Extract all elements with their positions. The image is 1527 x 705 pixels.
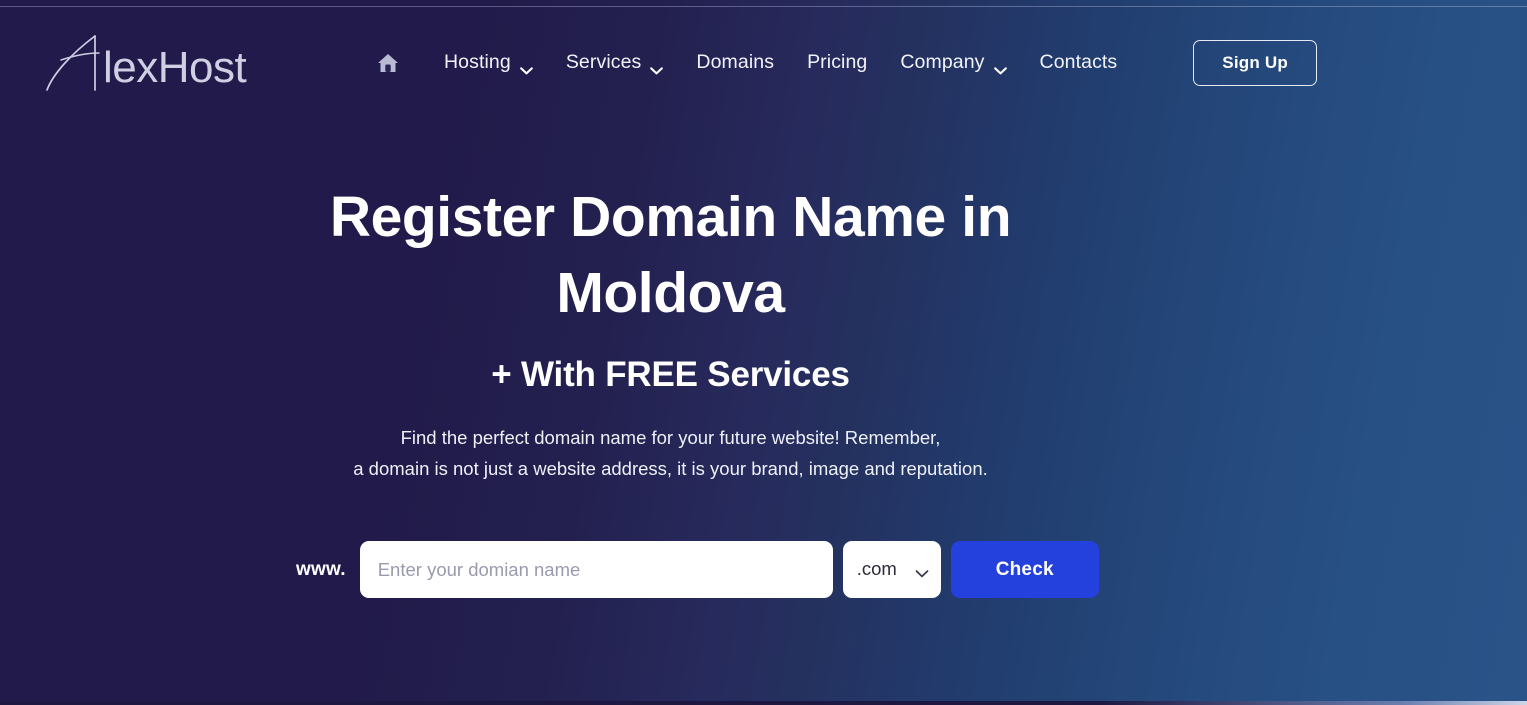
hero-description-line-2: a domain is not just a website address, … (353, 458, 988, 480)
nav-item-label: Contacts (1039, 51, 1118, 74)
www-prefix-label: www. (296, 559, 346, 580)
hero-section: Register Domain Name in Moldova + With F… (0, 180, 1341, 485)
domain-name-input[interactable] (359, 541, 833, 598)
alexhost-logo-mark: lexHost (46, 35, 247, 92)
nav-item-label: Pricing (807, 51, 868, 74)
nav-item-services[interactable]: Services (565, 51, 664, 75)
domain-search-form: www. .com Check (296, 541, 1099, 598)
hero-description-line-1: Find the perfect domain name for your fu… (400, 426, 941, 448)
chevron-down-icon (993, 60, 1007, 75)
chevron-down-icon (519, 60, 533, 75)
chevron-down-icon (650, 60, 664, 75)
chevron-down-icon (915, 565, 929, 577)
alexhost-logo[interactable]: lexHost (41, 32, 256, 94)
home-icon-glyph (378, 54, 398, 72)
nav-item-company[interactable]: Company (900, 51, 1007, 75)
tld-select[interactable]: .com (842, 541, 941, 598)
nav-item-label: Domains (696, 51, 775, 74)
page-title: Register Domain Name in Moldova (329, 185, 1012, 325)
site-header: lexHost Hosting Services Domains Pricing… (0, 0, 1527, 124)
sign-up-button[interactable]: Sign Up (1193, 40, 1317, 86)
main-navigation: Hosting Services Domains Pricing Company… (372, 40, 1317, 86)
nav-item-domains[interactable]: Domains (696, 53, 774, 73)
check-domain-button[interactable]: Check (950, 541, 1099, 598)
bottom-edge-strip (0, 701, 1527, 705)
nav-item-label: Hosting (444, 51, 511, 74)
tld-selected-value: .com (856, 558, 897, 580)
nav-item-pricing[interactable]: Pricing (807, 53, 867, 73)
svg-text:lexHost: lexHost (103, 43, 246, 92)
hero-subtitle: + With FREE Services (491, 354, 850, 394)
home-icon[interactable] (372, 47, 404, 79)
nav-item-label: Company (900, 51, 985, 74)
top-hairline-divider (0, 6, 1527, 7)
nav-item-contacts[interactable]: Contacts (1040, 53, 1118, 73)
nav-item-label: Services (565, 51, 642, 74)
hero-description: Find the perfect domain name for your fu… (0, 422, 1341, 486)
nav-item-hosting[interactable]: Hosting (444, 51, 533, 75)
page-root: lexHost Hosting Services Domains Pricing… (0, 0, 1527, 705)
